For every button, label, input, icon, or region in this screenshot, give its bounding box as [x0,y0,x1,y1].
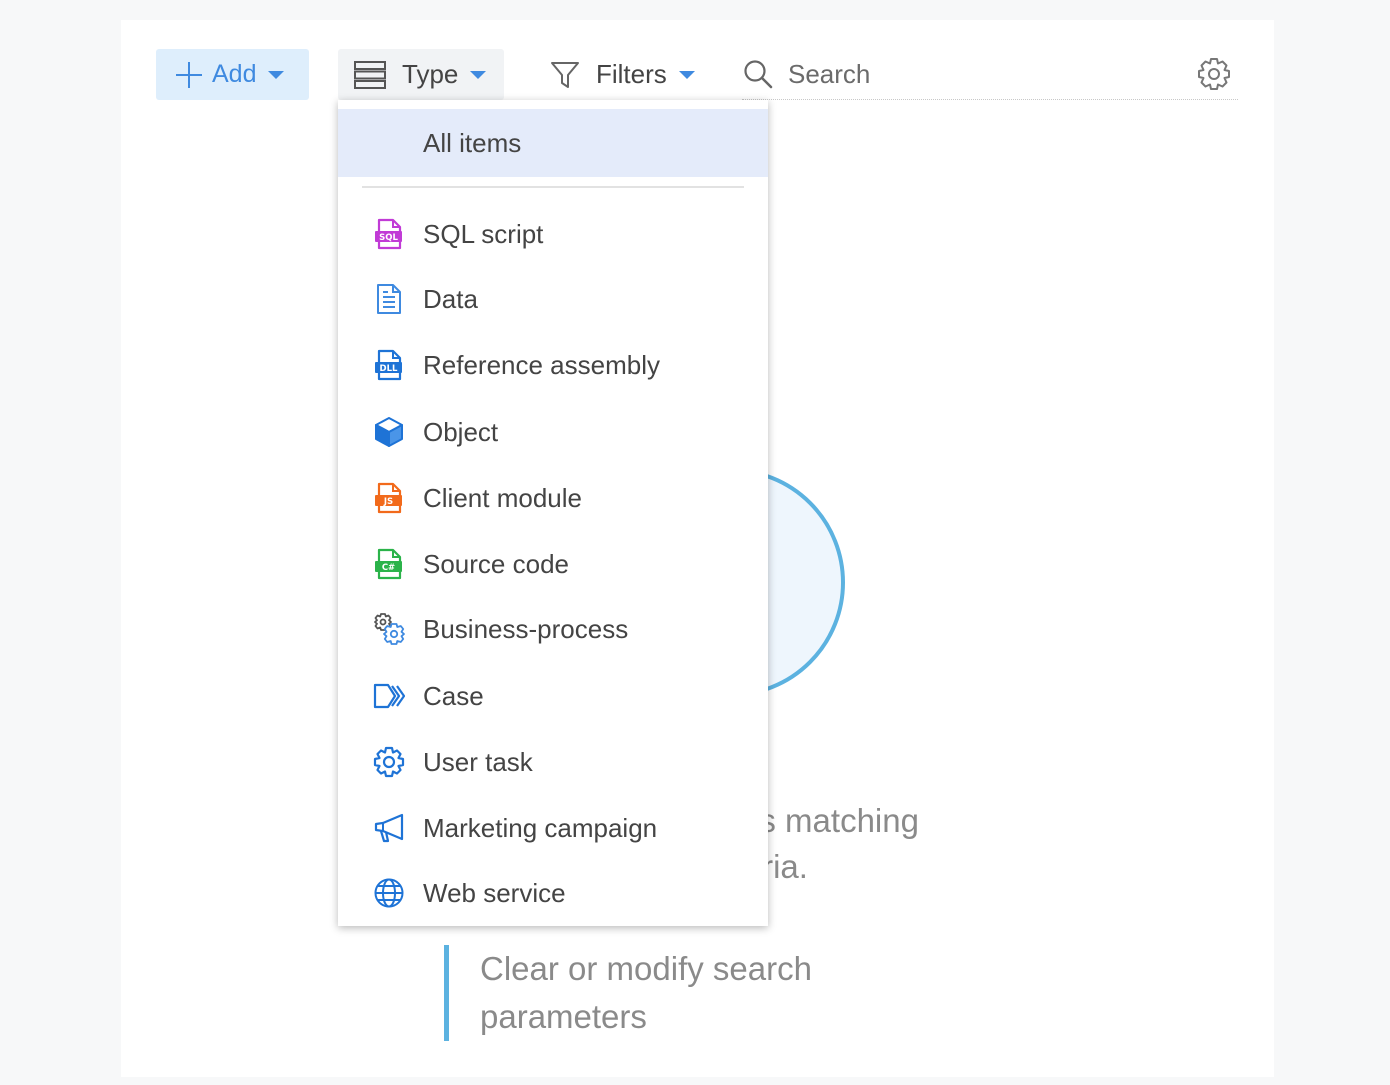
empty-state-hint-line2: parameters [480,998,647,1035]
js-file-icon: JS [375,482,402,514]
menu-item-label: Business-process [423,613,629,644]
data-file-icon [377,284,401,314]
menu-item-label: Data [423,283,478,314]
type-dropdown-menu: All items SQL SQL script Data DLL Refere… [338,100,768,926]
menu-item-reference-assembly[interactable]: DLL Reference assembly [338,335,768,395]
dll-file-icon: DLL [375,349,402,381]
filters-button[interactable]: Filters [550,49,695,100]
menu-item-label: User task [423,746,533,777]
menu-item-web-service[interactable]: Web service [338,863,768,923]
menu-item-business-process[interactable]: Business-process [338,599,768,659]
globe-icon [374,878,404,908]
menu-item-label: Marketing campaign [423,812,658,843]
svg-text:JS: JS [383,497,393,507]
settings-gear-icon[interactable] [1196,56,1232,92]
svg-text:SQL: SQL [379,233,398,243]
menu-item-case[interactable]: Case [338,666,768,726]
menu-item-label: Client module [423,482,582,513]
type-dropdown-button[interactable]: Type [338,49,504,100]
search-input[interactable] [788,58,1168,90]
chevron-down-icon [678,70,695,79]
menu-item-label: All items [423,127,522,158]
type-button-label: Type [402,59,459,89]
menu-item-label: Web service [423,877,566,908]
filters-button-label: Filters [596,59,667,89]
chevron-down-icon [470,70,487,79]
menu-item-source-code[interactable]: C# Source code [338,534,768,594]
megaphone-icon [374,813,404,843]
menu-item-client-module[interactable]: JS Client module [338,468,768,528]
case-icon [373,683,405,709]
menu-item-label: Reference assembly [423,349,660,380]
csharp-file-icon: C# [375,548,402,580]
menu-item-data[interactable]: Data [338,269,768,329]
cube-icon [375,417,403,447]
empty-state-hint-line1: Clear or modify search [480,950,812,987]
menu-item-label: Source code [423,548,569,579]
svg-text:DLL: DLL [380,364,398,374]
menu-item-object[interactable]: Object [338,402,768,462]
filter-icon [551,61,579,88]
menu-item-label: Case [423,680,484,711]
plus-icon [174,60,204,90]
process-gears-icon [374,613,405,645]
gear-icon [373,746,405,778]
menu-divider [362,186,744,188]
menu-item-user-task[interactable]: User task [338,732,768,792]
menu-item-all-items[interactable]: All items [338,109,768,177]
add-button[interactable]: Add [156,49,309,100]
menu-item-label: Object [423,416,499,447]
search-icon [744,60,773,89]
menu-item-label: SQL script [423,218,544,249]
chevron-down-icon [268,70,285,79]
search-box [742,49,1238,100]
list-icon [354,60,386,89]
menu-item-sql-script[interactable]: SQL SQL script [338,204,768,264]
add-button-label: Add [212,60,257,88]
menu-item-marketing-campaign[interactable]: Marketing campaign [338,798,768,858]
sql-file-icon: SQL [375,218,402,250]
empty-state-hint: Clear or modify search parameters [444,945,864,1041]
svg-text:C#: C# [382,563,395,573]
